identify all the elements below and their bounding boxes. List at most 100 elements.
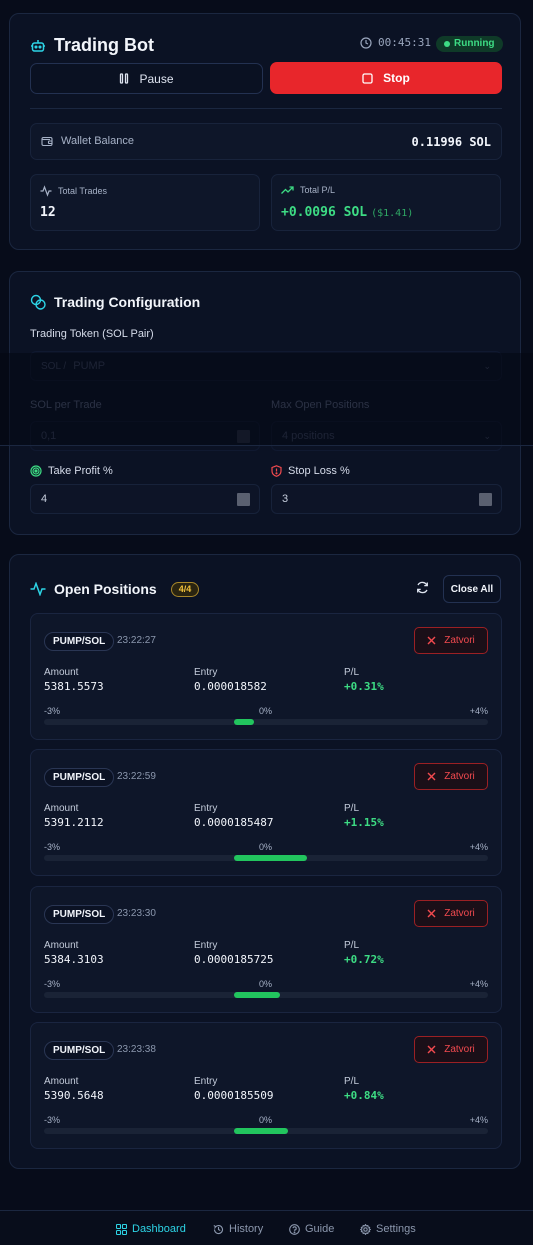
total-pl-label-row: Total P/L bbox=[281, 185, 335, 195]
scale-max: +4% bbox=[469, 979, 488, 989]
refresh-button[interactable] bbox=[410, 575, 434, 599]
token-prefix: SOL / bbox=[41, 361, 67, 372]
nav-dashboard[interactable]: Dashboard bbox=[116, 1223, 186, 1235]
chevron-down-icon: ⌄ bbox=[483, 361, 491, 371]
pl-progress-fill bbox=[234, 1128, 288, 1134]
activity-icon bbox=[30, 582, 46, 596]
stepper-icon[interactable] bbox=[237, 493, 250, 506]
total-trades-value: 12 bbox=[40, 205, 56, 220]
take-profit-input[interactable]: 4 bbox=[30, 484, 260, 514]
pause-button[interactable]: Pause bbox=[30, 63, 263, 94]
activity-icon bbox=[40, 185, 52, 197]
close-position-button[interactable]: Zatvori bbox=[414, 900, 488, 927]
scale-mid: 0% bbox=[259, 842, 273, 852]
close-all-button[interactable]: Close All bbox=[443, 575, 501, 603]
pl-progress-track bbox=[44, 992, 488, 998]
total-pl-box: Total P/L +0.0096 SOL ($1.41) bbox=[271, 174, 501, 231]
total-trades-label: Total Trades bbox=[58, 186, 108, 196]
total-trades-box: Total Trades 12 bbox=[30, 174, 260, 231]
entry-label: Entry bbox=[194, 803, 218, 814]
sol-per-trade-value: 0,1 bbox=[41, 430, 57, 442]
bot-title: Trading Bot bbox=[54, 35, 154, 55]
position-time: 23:23:38 bbox=[117, 1044, 156, 1055]
entry-value: 0.000018582 bbox=[194, 680, 267, 693]
pl-value: +0.72% bbox=[344, 953, 384, 966]
max-positions-select[interactable]: 4 positions ⌄ bbox=[271, 421, 502, 451]
sol-per-trade-label: SOL per Trade bbox=[30, 399, 102, 411]
amount-label: Amount bbox=[44, 940, 79, 951]
wallet-balance-box: Wallet Balance 0.11996 SOL bbox=[30, 123, 502, 160]
token-value: PUMP bbox=[73, 360, 106, 372]
help-circle-icon bbox=[289, 1223, 300, 1235]
pl-label: P/L bbox=[344, 940, 360, 951]
pause-icon bbox=[119, 73, 129, 84]
trading-configuration-card: Trading Configuration Trading Token (SOL… bbox=[9, 271, 521, 535]
config-title: Trading Configuration bbox=[54, 294, 201, 310]
position-time: 23:22:59 bbox=[117, 771, 156, 782]
pair-badge: PUMP/SOL bbox=[44, 632, 115, 651]
close-position-label: Zatvori bbox=[444, 1044, 475, 1055]
stop-button[interactable]: Stop bbox=[270, 62, 502, 94]
scale-max: +4% bbox=[469, 1115, 488, 1125]
pl-label: P/L bbox=[344, 803, 360, 814]
nav-settings-label: Settings bbox=[376, 1223, 416, 1235]
close-icon bbox=[427, 772, 436, 781]
close-position-label: Zatvori bbox=[444, 771, 475, 782]
scale-min: -3% bbox=[44, 1115, 61, 1125]
total-pl-value: +0.0096 SOL bbox=[281, 205, 368, 220]
close-position-button[interactable]: Zatvori bbox=[414, 1036, 488, 1063]
chevron-down-icon: ⌄ bbox=[483, 431, 491, 441]
pl-progress-fill bbox=[234, 855, 308, 861]
trading-bot-card: Trading Bot 00:45:31 Running Pause Stop bbox=[9, 13, 521, 250]
nav-guide[interactable]: Guide bbox=[289, 1223, 334, 1235]
position-time: 23:23:30 bbox=[117, 908, 156, 919]
entry-label: Entry bbox=[194, 667, 218, 678]
close-position-label: Zatvori bbox=[444, 908, 475, 919]
close-icon bbox=[427, 1045, 436, 1054]
total-trades-label-row: Total Trades bbox=[40, 185, 107, 197]
pl-value: +0.31% bbox=[344, 680, 384, 693]
pl-progress-track bbox=[44, 1128, 488, 1134]
config-title-row: Trading Configuration bbox=[30, 294, 200, 310]
scale-max: +4% bbox=[469, 842, 488, 852]
scale-mid: 0% bbox=[259, 979, 273, 989]
status-badge: Running bbox=[436, 36, 503, 52]
pair-badge: PUMP/SOL bbox=[44, 1041, 115, 1060]
bottom-nav: Dashboard History Guide Settings bbox=[0, 1210, 533, 1245]
stepper-icon[interactable] bbox=[479, 493, 492, 506]
entry-label: Entry bbox=[194, 1076, 218, 1087]
wallet-label-row: Wallet Balance bbox=[41, 135, 134, 147]
pl-progress-track bbox=[44, 719, 488, 725]
stop-icon bbox=[362, 72, 373, 84]
stepper-icon[interactable] bbox=[237, 430, 250, 443]
stop-loss-label-row: Stop Loss % bbox=[271, 465, 350, 477]
pl-value: +0.84% bbox=[344, 1089, 384, 1102]
stop-loss-input[interactable]: 3 bbox=[271, 484, 502, 514]
shield-alert-icon bbox=[271, 465, 282, 477]
nav-settings[interactable]: Settings bbox=[360, 1223, 416, 1235]
amount-value: 5390.5648 bbox=[44, 1089, 104, 1102]
take-profit-label: Take Profit % bbox=[48, 465, 113, 477]
scale-mid: 0% bbox=[259, 706, 273, 716]
take-profit-value: 4 bbox=[41, 493, 48, 505]
coins-icon bbox=[30, 294, 46, 310]
amount-value: 5381.5573 bbox=[44, 680, 104, 693]
stop-loss-value: 3 bbox=[282, 493, 289, 505]
token-select[interactable]: SOL / PUMP ⌄ bbox=[30, 351, 502, 381]
close-position-button[interactable]: Zatvori bbox=[414, 763, 488, 790]
pl-progress-fill bbox=[234, 992, 280, 998]
nav-dashboard-label: Dashboard bbox=[132, 1223, 186, 1235]
dashboard-icon bbox=[116, 1223, 127, 1235]
close-position-button[interactable]: Zatvori bbox=[414, 627, 488, 654]
trending-up-icon bbox=[281, 185, 294, 195]
scale-min: -3% bbox=[44, 706, 61, 716]
nav-history-label: History bbox=[229, 1223, 264, 1235]
pl-label: P/L bbox=[344, 1076, 360, 1087]
entry-value: 0.0000185725 bbox=[194, 953, 274, 966]
gear-icon bbox=[360, 1223, 371, 1235]
position-card: PUMP/SOL 23:22:59 Zatvori Amount Entry P… bbox=[30, 749, 502, 876]
nav-history[interactable]: History bbox=[213, 1223, 263, 1235]
elapsed-timer: 00:45:31 bbox=[360, 36, 431, 49]
sol-per-trade-input[interactable]: 0,1 bbox=[30, 421, 260, 451]
close-icon bbox=[427, 909, 436, 918]
